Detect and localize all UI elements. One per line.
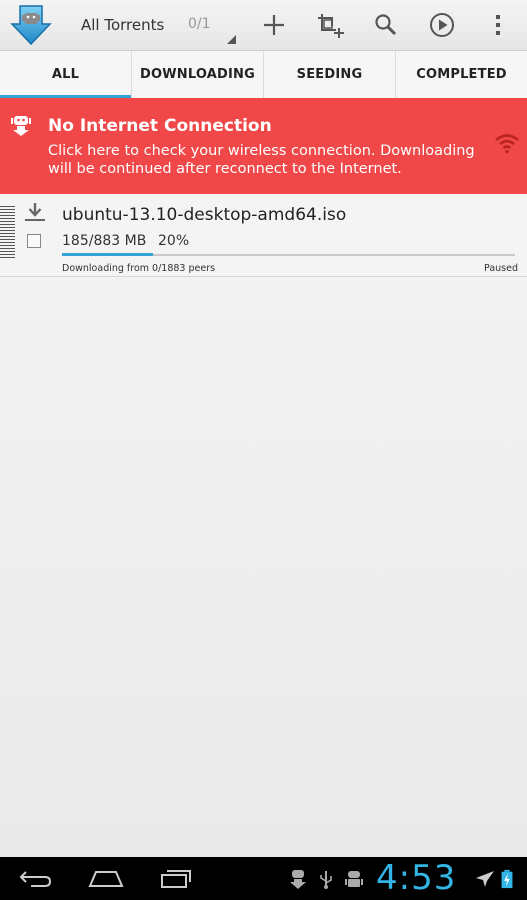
- torrent-select-checkbox[interactable]: [27, 234, 41, 248]
- tab-label: SEEDING: [296, 67, 363, 82]
- battery-charging-icon: [501, 869, 513, 889]
- tab-label: ALL: [51, 67, 80, 82]
- progress-fill: [62, 253, 153, 256]
- android-debug-icon: [345, 871, 363, 887]
- download-icon: [25, 203, 45, 221]
- torrent-list-item[interactable]: ubuntu-13.10-desktop-amd64.iso 185/883 M…: [0, 194, 527, 277]
- crop-add-icon: [318, 14, 344, 38]
- tab-label: COMPLETED: [416, 67, 507, 82]
- add-torrent-button[interactable]: [257, 8, 291, 42]
- app-logo-icon[interactable]: [10, 4, 52, 46]
- usb-icon: [320, 871, 332, 889]
- search-icon: [375, 14, 397, 36]
- banner-message: Click here to check your wireless connec…: [48, 143, 475, 177]
- resume-all-button[interactable]: [425, 8, 459, 42]
- play-icon: [430, 13, 454, 37]
- wifi-off-icon: [495, 134, 519, 154]
- airplane-mode-icon: [476, 871, 494, 887]
- banner-title: No Internet Connection: [48, 116, 272, 136]
- spinner-title: All Torrents: [81, 16, 165, 34]
- back-button[interactable]: [12, 864, 60, 894]
- spinner-arrow-icon: [227, 35, 236, 44]
- recent-apps-icon: [161, 870, 191, 888]
- robot-warning-icon: [11, 116, 31, 136]
- tab-all[interactable]: ALL: [0, 51, 132, 99]
- add-from-link-button[interactable]: [313, 8, 347, 42]
- no-internet-banner[interactable]: No Internet Connection Click here to che…: [0, 98, 527, 194]
- torrent-peers: Downloading from 0/1883 peers: [62, 263, 216, 274]
- home-icon: [88, 871, 124, 887]
- add-icon: [264, 15, 284, 35]
- torrent-name: ubuntu-13.10-desktop-amd64.iso: [62, 205, 347, 225]
- progress-bar: [62, 253, 515, 256]
- system-bar: 4:53: [0, 857, 527, 900]
- torrent-percent: 20%: [158, 233, 190, 249]
- back-icon: [19, 871, 52, 887]
- tab-downloading[interactable]: DOWNLOADING: [132, 51, 264, 98]
- search-button[interactable]: [369, 8, 403, 42]
- clock: 4:53: [376, 858, 457, 898]
- torrent-filter-spinner[interactable]: All Torrents 0/1: [66, 0, 238, 50]
- torrent-state: Paused: [484, 263, 518, 274]
- spinner-count: 0/1: [188, 16, 211, 32]
- overflow-menu-button[interactable]: [481, 8, 515, 42]
- action-bar: All Torrents 0/1: [0, 0, 527, 51]
- tab-label: DOWNLOADING: [139, 67, 256, 82]
- overflow-menu-icon: [496, 15, 500, 35]
- recent-apps-button[interactable]: [152, 864, 200, 894]
- torrent-size: 185/883 MB: [62, 233, 147, 249]
- tab-seeding[interactable]: SEEDING: [264, 51, 396, 98]
- android-notification-icon: [290, 870, 306, 889]
- torrent-list-empty-area: [0, 277, 527, 857]
- home-button[interactable]: [82, 864, 130, 894]
- tab-completed[interactable]: COMPLETED: [396, 51, 527, 98]
- drag-handle[interactable]: [0, 206, 15, 260]
- filter-tabs: ALL DOWNLOADING SEEDING COMPLETED: [0, 51, 527, 99]
